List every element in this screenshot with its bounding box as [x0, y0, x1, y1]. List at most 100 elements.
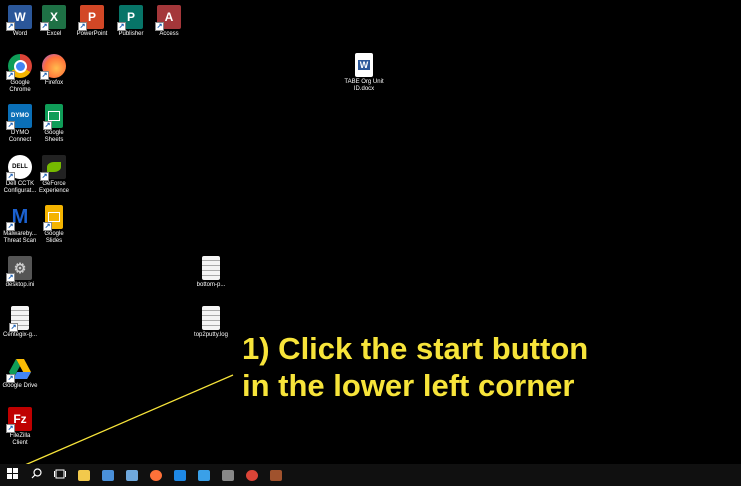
desktop-icon-label: Word: [12, 31, 28, 37]
shortcut-arrow-icon: ↗: [6, 374, 15, 383]
desktop-icon-label: Google Drive: [2, 383, 38, 389]
shortcut-arrow-icon: ↗: [6, 71, 15, 80]
text-file-icon: ↗: [9, 306, 29, 332]
desktop-icon-google-drive[interactable]: ↗ Google Drive: [2, 357, 38, 390]
desktop-icon-word[interactable]: W ↗ Word: [2, 5, 38, 38]
desktop-icon-filezilla-client[interactable]: Fz ↗ FileZilla Client: [2, 407, 38, 447]
settings-file-icon: ⚙ ↗: [6, 256, 32, 282]
shortcut-arrow-icon: ↗: [6, 22, 15, 31]
desktop-icon-google-chrome[interactable]: ↗ Google Chrome: [2, 54, 38, 94]
desktop-icon-label: desktop.ini: [5, 282, 35, 288]
desktop-icon-label: FileZilla Client: [9, 433, 31, 446]
excel-icon: X ↗: [40, 5, 66, 31]
taskbar-app-button[interactable]: [192, 464, 216, 486]
search-icon: [31, 466, 42, 484]
taskbar-network-app-button[interactable]: [120, 464, 144, 486]
shortcut-arrow-icon: ↗: [6, 121, 15, 130]
desktop-icon-label: Google Sheets: [44, 130, 64, 143]
desktop-icon-desktop-ini[interactable]: ⚙ ↗ desktop.ini: [2, 256, 38, 289]
desktop-icon-label: Excel: [46, 31, 62, 37]
shortcut-arrow-icon: ↗: [155, 22, 164, 31]
desktop-icon-malwareby-threat-scan[interactable]: M ↗ Malwareby... Threat Scan: [2, 205, 38, 245]
taskbar-file-explorer-button[interactable]: [72, 464, 96, 486]
taskbar-firefox-button[interactable]: [144, 464, 168, 486]
shortcut-arrow-icon: ↗: [6, 424, 15, 433]
powerpoint-icon: P ↗: [78, 5, 104, 31]
malwarebytes-icon: M ↗: [6, 205, 29, 231]
access-icon: A ↗: [155, 5, 181, 31]
desktop-icon-label: Dell CCTK Configurat...: [3, 181, 37, 194]
file-explorer-icon: [78, 469, 90, 481]
geforce-experience-icon: ↗: [40, 155, 66, 181]
desktop-icon-label: Malwareby... Threat Scan: [3, 231, 37, 244]
publisher-icon: P ↗: [117, 5, 143, 31]
desktop-icon-label: Access: [159, 31, 179, 37]
shortcut-arrow-icon: ↗: [43, 222, 52, 231]
desktop-icon-google-slides[interactable]: ↗ Google Slides: [36, 205, 72, 245]
filezilla-icon: Fz ↗: [6, 407, 32, 433]
text-file-icon: [202, 306, 220, 330]
desktop-icon-access[interactable]: A ↗ Access: [151, 5, 187, 38]
settings-app-icon: [270, 469, 282, 481]
desktop-icon-label: Google Chrome: [9, 80, 31, 93]
windows-start-icon: [6, 466, 18, 484]
shortcut-arrow-icon: ↗: [9, 323, 18, 332]
desktop-icon-google-sheets[interactable]: ↗ Google Sheets: [36, 104, 72, 144]
shortcut-arrow-icon: ↗: [40, 172, 49, 181]
desktop-icon-label: Firefox: [44, 80, 64, 86]
desktop-icon-label: Centegix-g...: [2, 332, 38, 338]
app-icon: [198, 469, 210, 481]
google-sheets-icon: ↗: [43, 104, 63, 130]
desktop-icon-label: PowerPoint: [76, 31, 108, 37]
network-app-icon: [126, 469, 138, 481]
shortcut-arrow-icon: ↗: [40, 71, 49, 80]
desktop-icon-excel[interactable]: X ↗ Excel: [36, 5, 72, 38]
dymo-connect-icon: DYMO ↗: [6, 104, 32, 130]
desktop-icon-label: Google Slides: [44, 231, 64, 244]
shortcut-arrow-icon: ↗: [6, 273, 15, 282]
desktop-icon-top2putty-log[interactable]: top2putty.log: [189, 306, 233, 339]
desktop-icon-label: top2putty.log: [194, 332, 228, 338]
google-drive-icon: ↗: [6, 357, 32, 383]
desktop-icon-centegix-g[interactable]: ↗ Centegix-g...: [2, 306, 38, 339]
desktop-icon-label: Publisher: [118, 31, 144, 37]
google-slides-icon: ↗: [43, 205, 63, 231]
shortcut-arrow-icon: ↗: [117, 22, 126, 31]
desktop-icon-label: DYMO Connect: [8, 130, 32, 143]
instruction-annotation: 1) Click the start button in the lower l…: [242, 331, 589, 403]
word-document-icon: W: [355, 53, 373, 77]
taskbar-store-button[interactable]: [168, 464, 192, 486]
task-view-icon: [54, 466, 66, 484]
firefox-icon: [150, 469, 162, 481]
desktop-icon-label: bottom-p...: [196, 282, 226, 288]
taskbar-task-view-button[interactable]: [48, 464, 72, 486]
desktop-icon-tabe-org-unit-id-docx[interactable]: W TABE Org Unit ID.docx: [342, 53, 386, 93]
desktop-icon-publisher[interactable]: P ↗ Publisher: [113, 5, 149, 38]
desktop-icon-dymo-connect[interactable]: DYMO ↗ DYMO Connect: [2, 104, 38, 144]
text-file-icon: [202, 256, 220, 280]
dell-cctk-icon: DELL ↗: [6, 155, 32, 181]
store-icon: [174, 469, 186, 481]
shortcut-arrow-icon: ↗: [6, 222, 15, 231]
taskbar-chrome-button[interactable]: [240, 464, 264, 486]
taskbar: [0, 464, 741, 486]
desktop-icon-geforce-experience[interactable]: ↗ GeForce Experience: [36, 155, 72, 195]
word-icon: W ↗: [6, 5, 32, 31]
desktop-icon-bottom-p[interactable]: bottom-p...: [189, 256, 233, 289]
taskbar-windows-start-button[interactable]: [0, 464, 24, 486]
shortcut-arrow-icon: ↗: [78, 22, 87, 31]
desktop-icon-powerpoint[interactable]: P ↗ PowerPoint: [74, 5, 110, 38]
firefox-icon: ↗: [40, 54, 66, 80]
chrome-icon: [246, 469, 258, 481]
desktop-icon-label: TABE Org Unit ID.docx: [344, 79, 384, 92]
desktop-icon-firefox[interactable]: ↗ Firefox: [36, 54, 72, 87]
chrome-icon: ↗: [6, 54, 32, 80]
shortcut-arrow-icon: ↗: [6, 172, 15, 181]
desktop-icon-dell-cctk-configurat[interactable]: DELL ↗ Dell CCTK Configurat...: [2, 155, 38, 195]
taskbar-remote-desktop-button[interactable]: [96, 464, 120, 486]
taskbar-settings-app-button[interactable]: [264, 464, 288, 486]
terminal-icon: [222, 469, 234, 481]
taskbar-terminal-button[interactable]: [216, 464, 240, 486]
taskbar-search-button[interactable]: [24, 464, 48, 486]
shortcut-arrow-icon: ↗: [40, 22, 49, 31]
